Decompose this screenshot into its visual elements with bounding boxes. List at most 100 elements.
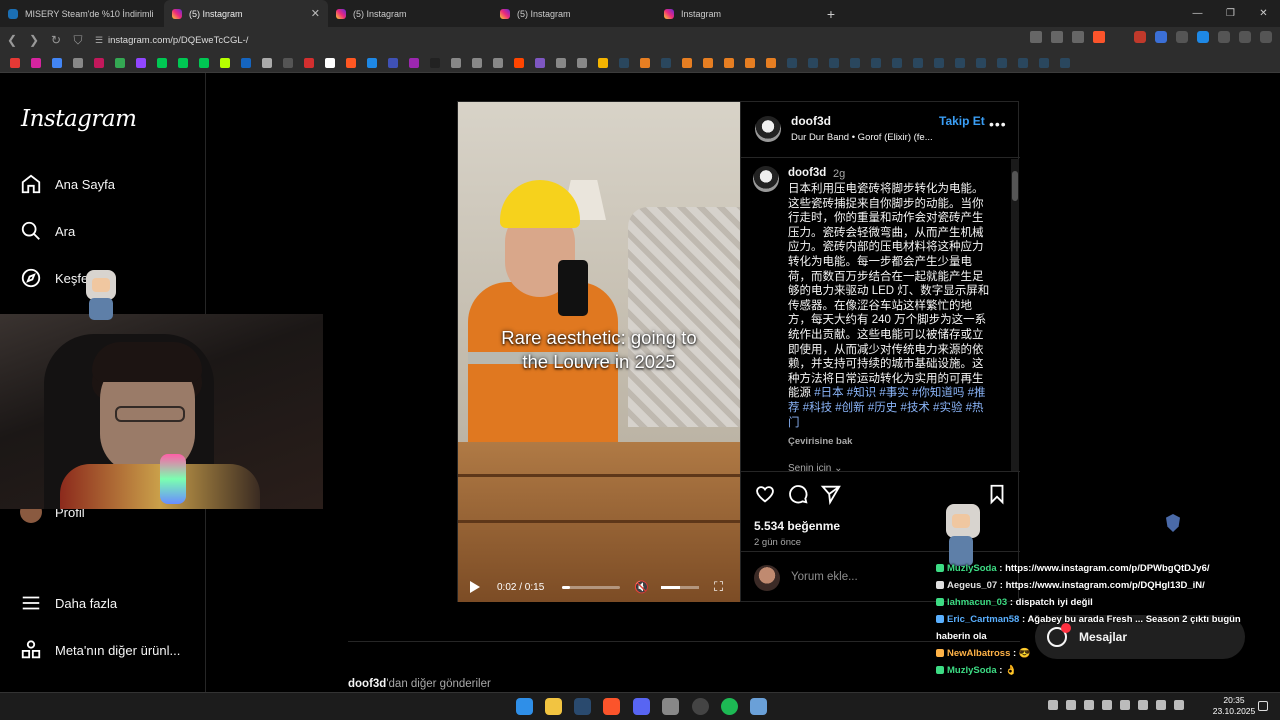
share-icon[interactable] bbox=[1072, 31, 1084, 43]
bookmark-icon[interactable]: ⛉ bbox=[68, 33, 88, 48]
bookmark-favicon-icon[interactable] bbox=[577, 58, 587, 68]
bookmark-favicon-icon[interactable] bbox=[388, 58, 398, 68]
cast-icon[interactable] bbox=[1030, 31, 1042, 43]
bookmark-favicon-icon[interactable] bbox=[241, 58, 251, 68]
windows-start-icon[interactable] bbox=[516, 698, 533, 715]
steam-taskbar-icon[interactable] bbox=[574, 698, 591, 715]
minimize-button[interactable]: — bbox=[1181, 0, 1214, 27]
site-settings-icon[interactable]: ☰ bbox=[90, 35, 108, 46]
bookmark-favicon-icon[interactable] bbox=[829, 58, 839, 68]
volume-slider[interactable] bbox=[661, 586, 699, 589]
browser-tab-active[interactable]: (5) Instagram ✕ bbox=[164, 0, 328, 27]
see-translation-link[interactable]: Çevirisine bak bbox=[788, 436, 852, 447]
like-count[interactable]: 5.534 beğenme bbox=[754, 519, 840, 533]
bookmark-favicon-icon[interactable] bbox=[976, 58, 986, 68]
bookmark-favicon-icon[interactable] bbox=[94, 58, 104, 68]
bookmark-favicon-icon[interactable] bbox=[136, 58, 146, 68]
steam-tray-icon[interactable] bbox=[1102, 700, 1112, 710]
microphone-icon[interactable] bbox=[1138, 700, 1148, 710]
puzzle-icon[interactable] bbox=[1218, 31, 1230, 43]
tray-icon[interactable] bbox=[1066, 700, 1076, 710]
bookmark-favicon-icon[interactable] bbox=[598, 58, 608, 68]
maximize-button[interactable]: ❐ bbox=[1214, 0, 1247, 27]
sidebar-icon[interactable] bbox=[1239, 31, 1251, 43]
bookmark-favicon-icon[interactable] bbox=[157, 58, 167, 68]
app-taskbar-icon[interactable] bbox=[750, 698, 767, 715]
zoom-icon[interactable] bbox=[1051, 31, 1063, 43]
network-icon[interactable] bbox=[1156, 700, 1166, 710]
bookmark-favicon-icon[interactable] bbox=[199, 58, 209, 68]
menu-icon[interactable] bbox=[1260, 31, 1272, 43]
extension-icon[interactable] bbox=[1176, 31, 1188, 43]
instagram-logo[interactable]: Instagram bbox=[21, 106, 137, 132]
bookmark-favicon-icon[interactable] bbox=[640, 58, 650, 68]
bookmark-favicon-icon[interactable] bbox=[10, 58, 20, 68]
bookmark-favicon-icon[interactable] bbox=[724, 58, 734, 68]
discord-taskbar-icon[interactable] bbox=[633, 698, 650, 715]
bookmark-favicon-icon[interactable] bbox=[892, 58, 902, 68]
mute-icon[interactable]: 🔇 bbox=[634, 580, 649, 594]
notification-icon[interactable] bbox=[1258, 701, 1268, 711]
bookmark-favicon-icon[interactable] bbox=[115, 58, 125, 68]
bookmark-favicon-icon[interactable] bbox=[1060, 58, 1070, 68]
chevron-up-icon[interactable] bbox=[1048, 700, 1058, 710]
volume-icon[interactable] bbox=[1174, 700, 1184, 710]
caption-username[interactable]: doof3d bbox=[788, 167, 826, 179]
scroll-thumb[interactable] bbox=[1012, 171, 1018, 201]
author-avatar[interactable] bbox=[755, 116, 781, 142]
bookmark-favicon-icon[interactable] bbox=[955, 58, 965, 68]
back-icon[interactable]: ❮ bbox=[2, 33, 22, 47]
bookmark-favicon-icon[interactable] bbox=[220, 58, 230, 68]
bookmark-favicon-icon[interactable] bbox=[472, 58, 482, 68]
nav-home[interactable]: Ana Sayfa bbox=[20, 173, 115, 195]
nav-more[interactable]: Daha fazla bbox=[20, 592, 117, 614]
bookmark-favicon-icon[interactable] bbox=[682, 58, 692, 68]
app-taskbar-icon[interactable] bbox=[662, 698, 679, 715]
bookmark-favicon-icon[interactable] bbox=[808, 58, 818, 68]
play-icon[interactable] bbox=[470, 581, 480, 593]
bookmark-favicon-icon[interactable] bbox=[871, 58, 881, 68]
caption-hashtags[interactable]: #日本 #知识 #事实 #你知道吗 #推荐 #科技 #创新 #历史 #技术 #实… bbox=[788, 387, 985, 428]
brave-taskbar-icon[interactable] bbox=[603, 698, 620, 715]
bookmark-favicon-icon[interactable] bbox=[367, 58, 377, 68]
follow-button[interactable]: Takip Et bbox=[939, 114, 985, 128]
more-options-icon[interactable]: ••• bbox=[989, 116, 1007, 132]
bookmark-favicon-icon[interactable] bbox=[409, 58, 419, 68]
bookmark-favicon-icon[interactable] bbox=[997, 58, 1007, 68]
bookmark-favicon-icon[interactable] bbox=[430, 58, 440, 68]
author-username[interactable]: doof3d bbox=[791, 114, 831, 128]
for-you-label[interactable]: Senin için ⌄ bbox=[788, 463, 843, 471]
extension-icon[interactable] bbox=[1134, 31, 1146, 43]
browser-tab[interactable]: Instagram bbox=[656, 0, 820, 27]
bookmark-favicon-icon[interactable] bbox=[304, 58, 314, 68]
new-tab-button[interactable]: + bbox=[820, 6, 842, 22]
browser-tab[interactable]: MISERY Steam'de %10 İndirimli bbox=[0, 0, 164, 27]
bookmark-favicon-icon[interactable] bbox=[262, 58, 272, 68]
bookmark-favicon-icon[interactable] bbox=[556, 58, 566, 68]
audio-subtitle[interactable]: Dur Dur Band • Gorof (Elixir) (fe... bbox=[791, 132, 933, 143]
bookmark-favicon-icon[interactable] bbox=[73, 58, 83, 68]
like-heart-icon[interactable] bbox=[754, 483, 776, 505]
fullscreen-icon[interactable]: ⛶ bbox=[714, 579, 723, 595]
obs-taskbar-icon[interactable] bbox=[692, 698, 709, 715]
url-field[interactable]: ☰ instagram.com/p/DQEweTcCGL-/ bbox=[90, 30, 1120, 50]
browser-tab[interactable]: (5) Instagram bbox=[492, 0, 656, 27]
bookmark-favicon-icon[interactable] bbox=[787, 58, 797, 68]
tray-icon[interactable] bbox=[1120, 700, 1130, 710]
bookmark-favicon-icon[interactable] bbox=[745, 58, 755, 68]
bookmark-favicon-icon[interactable] bbox=[913, 58, 923, 68]
bookmark-favicon-icon[interactable] bbox=[325, 58, 335, 68]
nav-search[interactable]: Ara bbox=[20, 220, 75, 242]
bookmark-favicon-icon[interactable] bbox=[766, 58, 776, 68]
progress-bar[interactable] bbox=[562, 586, 620, 589]
forward-icon[interactable]: ❯ bbox=[24, 33, 44, 47]
browser-tab[interactable]: (5) Instagram bbox=[328, 0, 492, 27]
file-explorer-icon[interactable] bbox=[545, 698, 562, 715]
tray-icon[interactable] bbox=[1084, 700, 1094, 710]
share-send-icon[interactable] bbox=[820, 483, 842, 505]
bookmark-favicon-icon[interactable] bbox=[1018, 58, 1028, 68]
bookmark-favicon-icon[interactable] bbox=[850, 58, 860, 68]
bookmark-favicon-icon[interactable] bbox=[1039, 58, 1049, 68]
spotify-taskbar-icon[interactable] bbox=[721, 698, 738, 715]
reload-icon[interactable]: ↻ bbox=[46, 33, 66, 47]
